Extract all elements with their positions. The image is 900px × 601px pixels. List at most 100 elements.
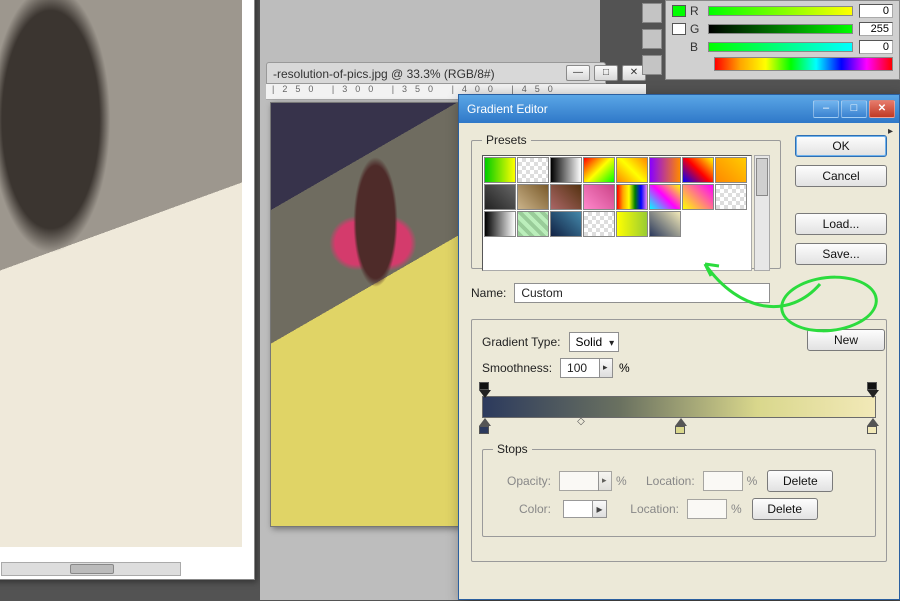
preset-swatch[interactable] [484,157,516,183]
presets-flyout-icon[interactable] [888,126,893,137]
g-label: G [690,22,702,36]
save-button[interactable]: Save... [795,243,887,265]
preset-swatch[interactable] [682,184,714,210]
stops-legend: Stops [493,442,532,456]
background-document-left [0,0,255,580]
dialog-button-column: OK Cancel Load... Save... [795,135,887,265]
delete-opacity-stop-button: Delete [767,470,833,492]
presets-legend: Presets [482,133,531,147]
g-value[interactable]: 255 [859,22,893,36]
preset-swatch[interactable] [550,184,582,210]
preset-swatch[interactable] [517,157,549,183]
doc-minimize-button[interactable]: — [566,65,590,81]
percent-unit: % [616,474,627,488]
g-slider[interactable] [708,24,853,34]
r-slider[interactable] [708,6,853,16]
color-stop-left[interactable] [479,418,491,430]
color-well-arrow-icon: ▸ [593,500,607,518]
dialog-titlebar[interactable]: Gradient Editor [459,95,899,123]
scrollbar-thumb[interactable] [70,564,114,574]
color-stop-row: Color: ▸ Location: % Delete [493,498,865,520]
location-label: Location: [637,474,695,488]
gradient-type-label: Gradient Type: [482,335,561,349]
gradient-type-select[interactable]: Solid [569,332,620,352]
b-slider[interactable] [708,42,853,52]
preset-swatch[interactable] [583,157,615,183]
preset-swatch[interactable] [649,184,681,210]
preset-swatch[interactable] [517,211,549,237]
opacity-input [559,471,599,491]
delete-color-stop-button: Delete [752,498,818,520]
blue-slider-row: B 0 [672,39,893,55]
color-location-input [687,499,727,519]
preset-grid [482,155,752,271]
horizontal-scrollbar[interactable] [1,562,181,576]
name-input[interactable]: Custom [514,283,770,303]
preset-swatch[interactable] [616,157,648,183]
panel-icon[interactable] [642,29,662,49]
midpoint-marker[interactable] [577,416,585,427]
dialog-maximize-button[interactable] [841,100,867,118]
r-label: R [690,4,702,18]
panel-icon[interactable] [642,55,662,75]
preset-swatch[interactable] [682,157,714,183]
color-panel: R 0 G 255 B 0 [665,0,900,80]
color-stop-mid[interactable] [675,418,687,430]
preset-swatch[interactable] [649,211,681,237]
load-button[interactable]: Load... [795,213,887,235]
opacity-location-input [703,471,743,491]
cancel-button[interactable]: Cancel [795,165,887,187]
smoothness-row: Smoothness: 100 % [482,358,876,378]
opacity-stop-left[interactable] [479,384,491,396]
doc-maximize-button[interactable]: □ [594,65,618,81]
preset-swatch[interactable] [550,211,582,237]
preset-swatch[interactable] [583,211,615,237]
spectrum-bar[interactable] [714,57,893,71]
r-value[interactable]: 0 [859,4,893,18]
preset-swatch[interactable] [649,157,681,183]
preset-swatch[interactable] [484,184,516,210]
new-button[interactable]: New [807,329,885,351]
opacity-label: Opacity: [493,474,551,488]
panel-tool-icons [642,3,664,81]
preset-swatch[interactable] [616,211,648,237]
gradient-type-fieldset: Gradient Type: Solid Smoothness: 100 % S… [471,319,887,562]
gradient-bar[interactable] [482,396,876,418]
percent-unit: % [747,474,758,488]
name-label: Name: [471,286,506,300]
color-well [563,500,593,518]
preset-swatch[interactable] [550,157,582,183]
percent-unit: % [619,361,630,375]
foreground-swatch[interactable] [672,5,686,17]
opacity-stepper [598,471,612,491]
opacity-stop-right[interactable] [867,384,879,396]
smoothness-label: Smoothness: [482,361,552,375]
document-tab-title[interactable]: -resolution-of-pics.jpg @ 33.3% (RGB/8#) [266,62,606,84]
smoothness-stepper[interactable] [599,358,613,378]
b-label: B [690,40,702,54]
b-value[interactable]: 0 [859,40,893,54]
preset-swatch[interactable] [484,211,516,237]
color-stop-right[interactable] [867,418,879,430]
preset-swatch[interactable] [715,184,747,210]
preset-swatch[interactable] [616,184,648,210]
preset-swatch[interactable] [715,157,747,183]
background-document-right [270,102,460,527]
dialog-title: Gradient Editor [467,102,811,116]
preset-swatch[interactable] [583,184,615,210]
panel-icon[interactable] [642,3,662,23]
percent-unit: % [731,502,742,516]
gradient-editor-dialog: Gradient Editor Presets [458,94,900,600]
dialog-minimize-button[interactable] [813,100,839,118]
background-swatch[interactable] [672,23,686,35]
preset-swatch[interactable] [517,184,549,210]
photo-placeholder [271,103,460,527]
ok-button[interactable]: OK [795,135,887,157]
scrollbar-thumb[interactable] [756,158,768,196]
presets-scrollbar[interactable] [754,155,770,271]
opacity-stop-row: Opacity: % Location: % Delete [493,470,865,492]
smoothness-input[interactable]: 100 [560,358,600,378]
dialog-close-button[interactable] [869,100,895,118]
stops-fieldset: Stops Opacity: % Location: % Delete Colo… [482,442,876,537]
presets-fieldset: Presets [471,133,781,269]
